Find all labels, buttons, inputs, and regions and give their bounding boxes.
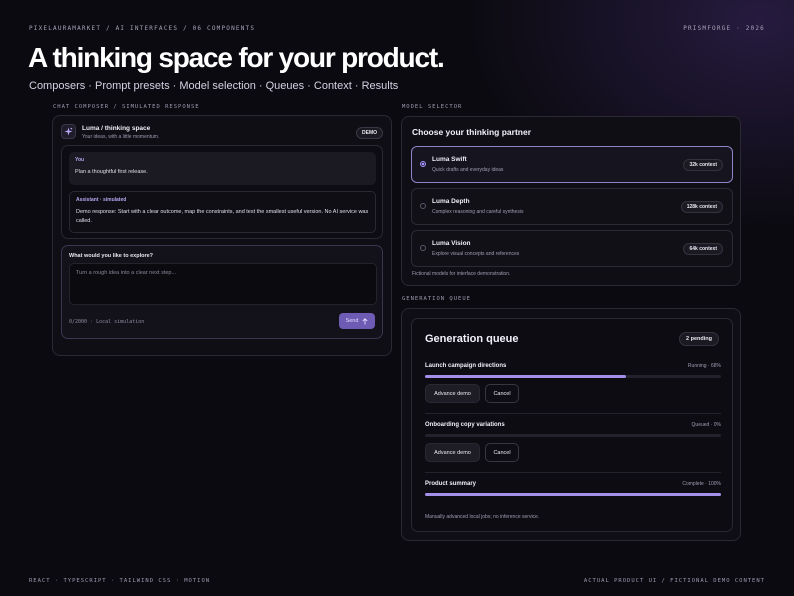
chat-header: Luma / thinking space Your ideas, with a… — [61, 124, 383, 144]
model-selector-panel: Choose your thinking partner Luma Swift … — [401, 116, 741, 286]
context-badge: 32k context — [683, 159, 723, 171]
context-badge: 128k context — [680, 201, 723, 213]
progress-track — [425, 493, 721, 496]
model-name: Luma Depth — [432, 198, 470, 205]
user-message: You Plan a thoughtful first release. — [69, 152, 376, 185]
user-message-text: Plan a thoughtful first release. — [75, 169, 148, 175]
radio-selected-icon — [420, 161, 426, 167]
prompt-input[interactable] — [69, 263, 377, 305]
assistant-message-text: Demo response: Start with a clear outcom… — [76, 209, 369, 224]
pending-badge: 2 pending — [679, 332, 719, 346]
demo-badge: DEMO — [356, 127, 383, 139]
send-label: Send — [345, 318, 359, 324]
composer-label: What would you like to explore? — [69, 253, 154, 259]
cancel-button[interactable]: Cancel — [485, 384, 519, 403]
queue-note: Manually advanced local jobs; no inferen… — [425, 514, 540, 520]
queue-title: Generation queue — [425, 333, 519, 345]
queue-job: Onboarding copy variations Queued · 0% A… — [425, 422, 721, 464]
model-name: Luma Swift — [432, 156, 467, 163]
chat-section-label: CHAT COMPOSER / SIMULATED RESPONSE — [53, 104, 200, 110]
job-name: Onboarding copy variations — [425, 422, 505, 428]
model-description: Explore visual concepts and references — [432, 251, 520, 257]
advance-demo-button[interactable]: Advance demo — [425, 443, 480, 462]
progress-fill — [425, 375, 627, 378]
queue-section-label: GENERATION QUEUE — [402, 296, 471, 302]
chat-subtitle: Your ideas, with a little momentum. — [82, 134, 160, 140]
model-name: Luma Vision — [432, 240, 471, 247]
send-button[interactable]: Send — [339, 313, 375, 329]
radio-icon — [420, 203, 426, 209]
arrow-up-icon — [362, 317, 368, 324]
model-option-luma-depth[interactable]: Luma Depth Complex reasoning and careful… — [411, 188, 733, 225]
message-list: You Plan a thoughtful first release. Ass… — [61, 145, 383, 239]
queue-job: Launch campaign directions Running · 68%… — [425, 363, 721, 405]
model-description: Complex reasoning and careful synthesis — [432, 209, 524, 215]
advance-demo-button[interactable]: Advance demo — [425, 384, 480, 403]
queue-card: Generation queue 2 pending Launch campai… — [411, 318, 733, 532]
progress-track — [425, 375, 721, 378]
models-section-label: MODEL SELECTOR — [402, 104, 463, 110]
composer: What would you like to explore? 0/2000 ·… — [61, 245, 383, 339]
job-status: Complete · 100% — [682, 481, 721, 487]
character-counter: 0/2000 · Local simulation — [69, 319, 145, 325]
breadcrumb: PIXELAURAMARKET / AI INTERFACES / 06 COM… — [29, 25, 256, 32]
job-status: Running · 68% — [687, 363, 721, 369]
assistant-label: Assistant · simulated — [76, 197, 127, 203]
tech-stack-footer: REACT · TYPESCRIPT · TAILWIND CSS · MOTI… — [29, 578, 211, 584]
disclaimer-footer: ACTUAL PRODUCT UI / FICTIONAL DEMO CONTE… — [583, 578, 765, 584]
cancel-button[interactable]: Cancel — [485, 443, 519, 462]
context-badge: 64k context — [683, 243, 723, 255]
queue-job: Product summary Complete · 100% — [425, 481, 721, 501]
page-subtitle: Composers · Prompt presets · Model selec… — [29, 80, 399, 92]
progress-fill — [425, 493, 721, 496]
radio-icon — [420, 245, 426, 251]
page-title: A thinking space for your product. — [28, 42, 445, 73]
job-name: Product summary — [425, 481, 477, 487]
generation-queue-panel: Generation queue 2 pending Launch campai… — [401, 308, 741, 541]
divider — [425, 472, 721, 473]
assistant-message: Assistant · simulated Demo response: Sta… — [69, 191, 376, 233]
model-description: Quick drafts and everyday ideas — [432, 167, 504, 173]
model-option-luma-swift[interactable]: Luma Swift Quick drafts and everyday ide… — [411, 146, 733, 183]
model-selector-note: Fictional models for interface demonstra… — [412, 271, 511, 277]
user-label: You — [75, 157, 85, 163]
divider — [425, 413, 721, 414]
chat-title: Luma / thinking space — [82, 125, 151, 132]
job-name: Launch campaign directions — [425, 363, 507, 369]
chat-panel: Luma / thinking space Your ideas, with a… — [52, 115, 392, 356]
sparkle-icon — [61, 124, 76, 139]
job-status: Queued · 0% — [691, 422, 721, 428]
model-option-luma-vision[interactable]: Luma Vision Explore visual concepts and … — [411, 230, 733, 267]
brand-label: PRISMFORGE · 2026 — [683, 25, 765, 32]
progress-track — [425, 434, 721, 437]
model-selector-title: Choose your thinking partner — [412, 127, 532, 137]
